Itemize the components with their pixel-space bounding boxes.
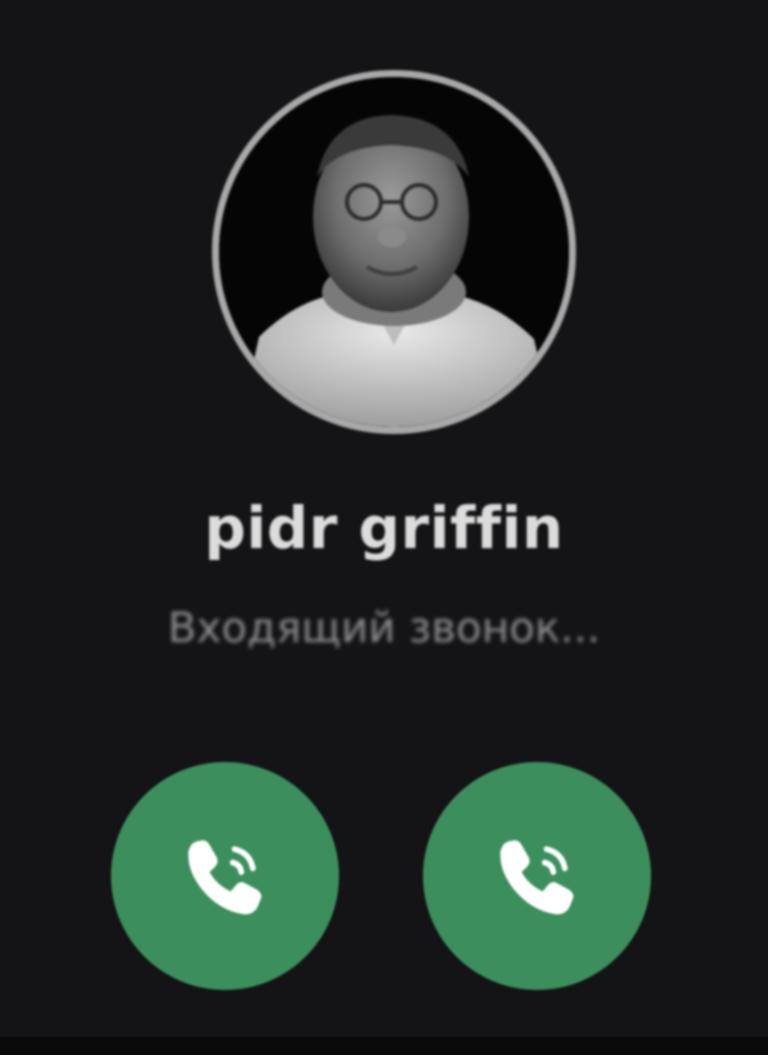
avatar-photo (219, 77, 569, 427)
incoming-call-screen: pidr griffin Входящий звонок... (0, 0, 768, 1055)
caller-avatar (212, 70, 576, 434)
call-button-left[interactable] (111, 762, 339, 990)
call-button-right[interactable] (423, 762, 651, 990)
bottom-edge (0, 1037, 768, 1055)
phone-ringing-icon (500, 840, 574, 915)
caller-name: pidr griffin (204, 494, 564, 562)
phone-ringing-icon (188, 840, 262, 915)
call-status-text: Входящий звонок... (167, 603, 601, 652)
